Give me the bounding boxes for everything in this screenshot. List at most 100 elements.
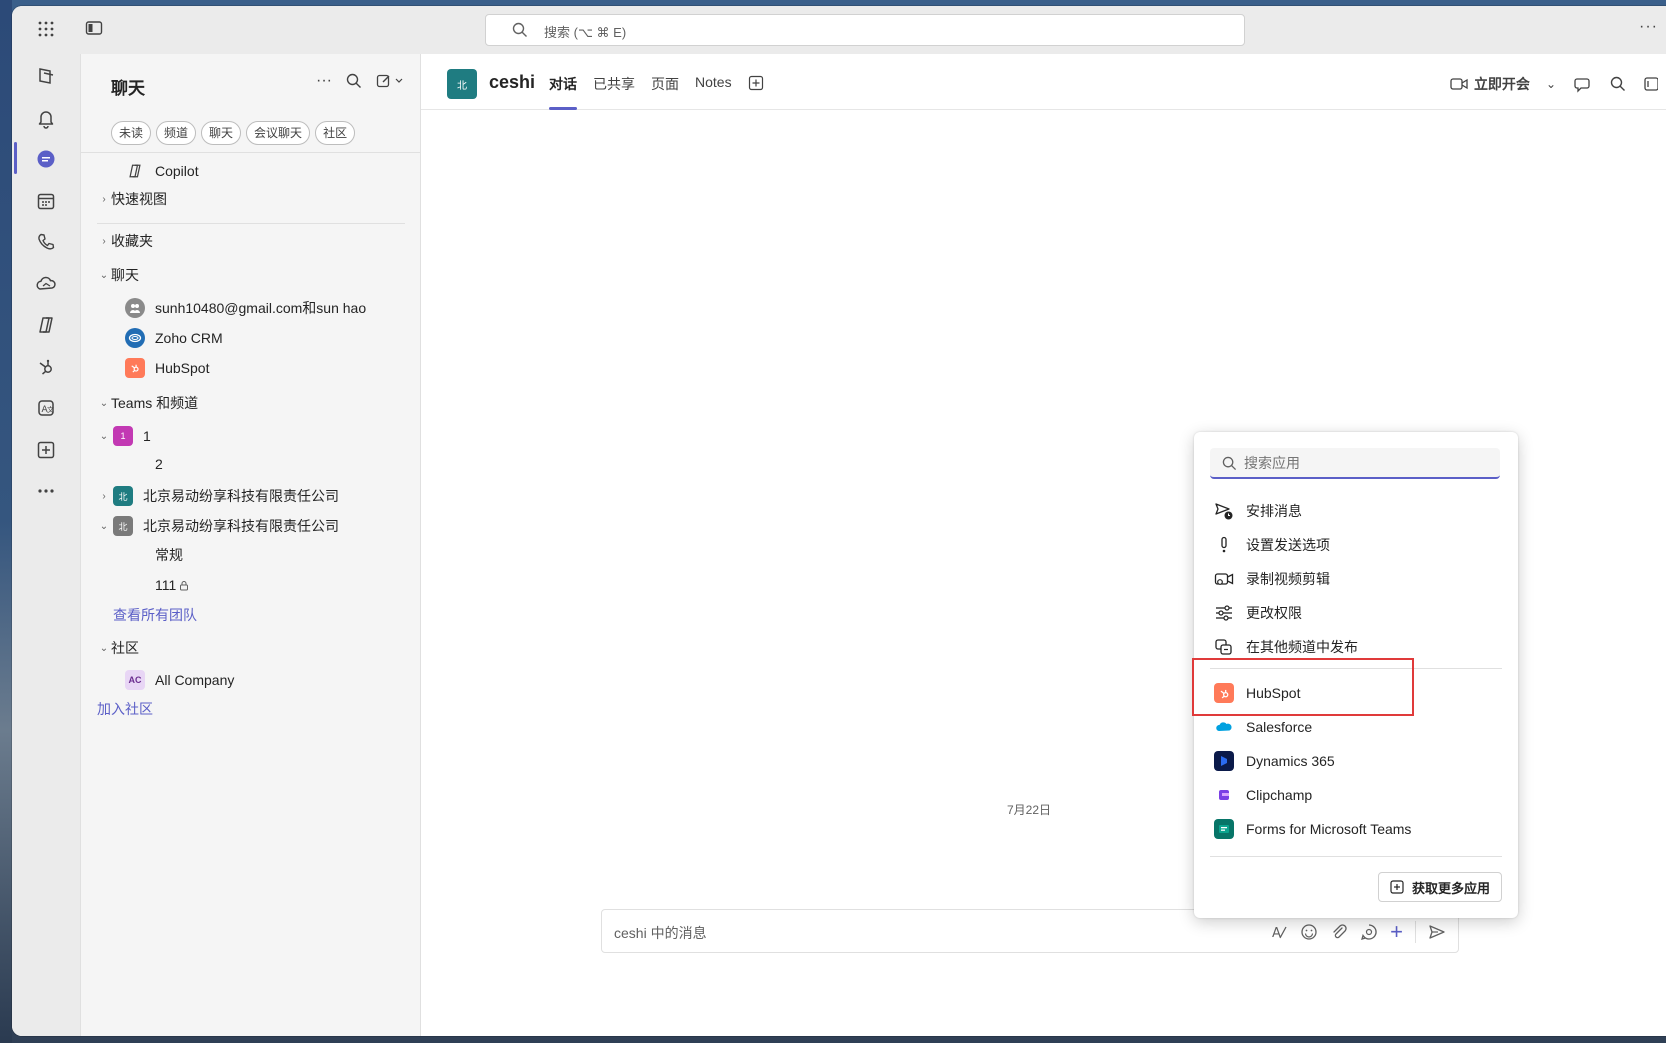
loop-component-icon[interactable] (1360, 923, 1378, 941)
team-name: 北京易动纷享科技有限责任公司 (143, 518, 339, 534)
sidebar-toggle-icon[interactable] (84, 20, 104, 40)
channel-name: ceshi (489, 72, 536, 92)
team-item[interactable]: ⌄ 北 北京易动纷享科技有限责任公司 (97, 512, 407, 540)
filter-chats[interactable]: 聊天 (201, 121, 242, 145)
panel-title: 聊天 (111, 79, 145, 98)
team-item[interactable]: ⌄ 1 1 (97, 422, 407, 450)
chat-icon[interactable] (26, 139, 66, 179)
more-apps-icon[interactable] (26, 471, 66, 511)
search-icon[interactable] (1610, 76, 1626, 92)
delivery-options-item[interactable]: 设置发送选项 (1214, 530, 1504, 560)
filter-meeting-chats[interactable]: 会议聊天 (246, 121, 311, 145)
app-search-input[interactable] (1244, 453, 1484, 473)
dynamics-365-app-item[interactable]: Dynamics 365 (1214, 746, 1504, 776)
desktop-background (0, 0, 12, 1043)
chevron-down-icon: ⌄ (99, 430, 109, 442)
chat-item[interactable]: Zoho CRM (97, 324, 407, 352)
chats-section-header[interactable]: ⌄ 聊天 (97, 261, 407, 289)
tab-notes[interactable]: Notes (695, 74, 732, 110)
send-icon[interactable] (1428, 923, 1446, 941)
tab-posts[interactable]: 对话 (549, 74, 577, 110)
channel-item[interactable]: 2 (97, 450, 407, 478)
app-label: Clipchamp (1246, 787, 1313, 803)
format-text-icon[interactable]: A (1270, 923, 1288, 941)
conversation-icon[interactable] (1574, 75, 1592, 93)
add-actions-icon[interactable]: + (1390, 921, 1403, 943)
clipchamp-app-item[interactable]: Clipchamp (1214, 780, 1504, 810)
channel-header: 北 ceshi 对话 已共享 页面 Notes 立即开会 ⌄ (421, 54, 1666, 110)
copilot-item[interactable]: Copilot (97, 157, 407, 185)
zoho-crm-icon (125, 328, 145, 348)
community-section-header[interactable]: ⌄ 社区 (97, 634, 407, 662)
forms-app-item[interactable]: Forms for Microsoft Teams (1214, 814, 1504, 844)
notifications-bell-icon[interactable] (26, 98, 66, 138)
search-icon[interactable] (346, 73, 362, 89)
favorites-section[interactable]: › 收藏夹 (97, 227, 407, 255)
rail-active-indicator (14, 142, 17, 174)
join-community-link[interactable]: 加入社区 (97, 695, 407, 723)
hubspot-app-icon[interactable] (26, 347, 66, 387)
schedule-message-item[interactable]: 安排消息 (1214, 496, 1504, 526)
filter-unread[interactable]: 未读 (111, 121, 152, 145)
add-apps-icon[interactable] (26, 430, 66, 470)
record-video-clip-item[interactable]: 录制视频剪辑 (1214, 564, 1504, 594)
team-avatar: 北 (113, 486, 133, 506)
svg-text:A: A (1272, 926, 1281, 941)
team-item[interactable]: › 北 北京易动纷享科技有限责任公司 (97, 482, 407, 510)
dynamics-365-icon (1214, 751, 1234, 771)
filter-communities[interactable]: 社区 (315, 121, 356, 145)
clipchamp-icon (1214, 785, 1234, 805)
panel-expand-icon[interactable] (1644, 76, 1658, 92)
activity-icon[interactable] (26, 56, 66, 96)
chat-item-label: sunh10480@gmail.com和sun hao (155, 300, 367, 316)
onedrive-cloud-icon[interactable] (26, 264, 66, 304)
global-search-input[interactable]: 搜索 (⌥ ⌘ E) (485, 14, 1245, 46)
community-avatar: AC (125, 670, 145, 690)
quick-views-section[interactable]: › 快速视图 (97, 185, 407, 213)
tab-shared[interactable]: 已共享 (593, 74, 635, 110)
exclamation-icon (1214, 535, 1234, 555)
copilot-icon[interactable] (26, 305, 66, 345)
action-label: 在其他频道中发布 (1246, 639, 1358, 655)
lock-icon (180, 580, 189, 590)
team-name: 北京易动纷享科技有限责任公司 (143, 488, 339, 504)
translator-app-icon[interactable]: A文 (26, 388, 66, 428)
see-all-teams-link[interactable]: 查看所有团队 (97, 601, 407, 629)
chat-filters: 未读 频道 聊天 会议聊天 社区 (111, 121, 356, 145)
calendar-icon[interactable] (26, 181, 66, 221)
channel-item[interactable]: 111 (97, 571, 407, 599)
favorites-label: 收藏夹 (111, 233, 153, 249)
attach-paperclip-icon[interactable] (1330, 923, 1348, 941)
section-divider (97, 223, 405, 224)
tab-pages[interactable]: 页面 (651, 74, 679, 110)
action-label: 更改权限 (1246, 605, 1302, 621)
composer-toolbar: A + (1270, 921, 1446, 943)
app-launcher-icon[interactable] (36, 20, 56, 40)
get-more-apps-button[interactable]: 获取更多应用 (1377, 872, 1502, 902)
chevron-down-icon[interactable]: ⌄ (1546, 77, 1556, 91)
add-tab-icon[interactable] (748, 75, 764, 91)
new-chat-icon[interactable] (376, 73, 404, 89)
filter-channels[interactable]: 频道 (156, 121, 197, 145)
more-options-icon[interactable]: ··· (1639, 18, 1658, 36)
meet-now-button[interactable]: 立即开会 ⌄ (1450, 74, 1556, 94)
meet-now-label: 立即开会 (1473, 76, 1530, 92)
chat-item-label: HubSpot (155, 360, 210, 376)
channel-item[interactable]: 常规 (97, 541, 407, 569)
svg-text:文: 文 (47, 405, 54, 414)
calls-phone-icon[interactable] (26, 222, 66, 262)
title-bar: 搜索 (⌥ ⌘ E) ··· (12, 6, 1666, 54)
salesforce-app-item[interactable]: Salesforce (1214, 712, 1504, 742)
chat-item[interactable]: HubSpot (97, 354, 407, 382)
change-permissions-item[interactable]: 更改权限 (1214, 598, 1504, 628)
quick-views-label: 快速视图 (111, 191, 167, 207)
more-options-icon[interactable]: ··· (316, 72, 332, 90)
composer-placeholder: ceshi 中的消息 (614, 925, 707, 941)
chat-item[interactable]: sunh10480@gmail.com和sun hao (97, 294, 407, 322)
chevron-down-icon: ⌄ (99, 642, 109, 654)
chat-item-label: Zoho CRM (155, 330, 223, 346)
community-item[interactable]: AC All Company (97, 666, 407, 694)
teams-section-header[interactable]: ⌄ Teams 和频道 (97, 389, 407, 417)
emoji-icon[interactable] (1300, 923, 1318, 941)
app-search-field[interactable] (1210, 448, 1500, 479)
